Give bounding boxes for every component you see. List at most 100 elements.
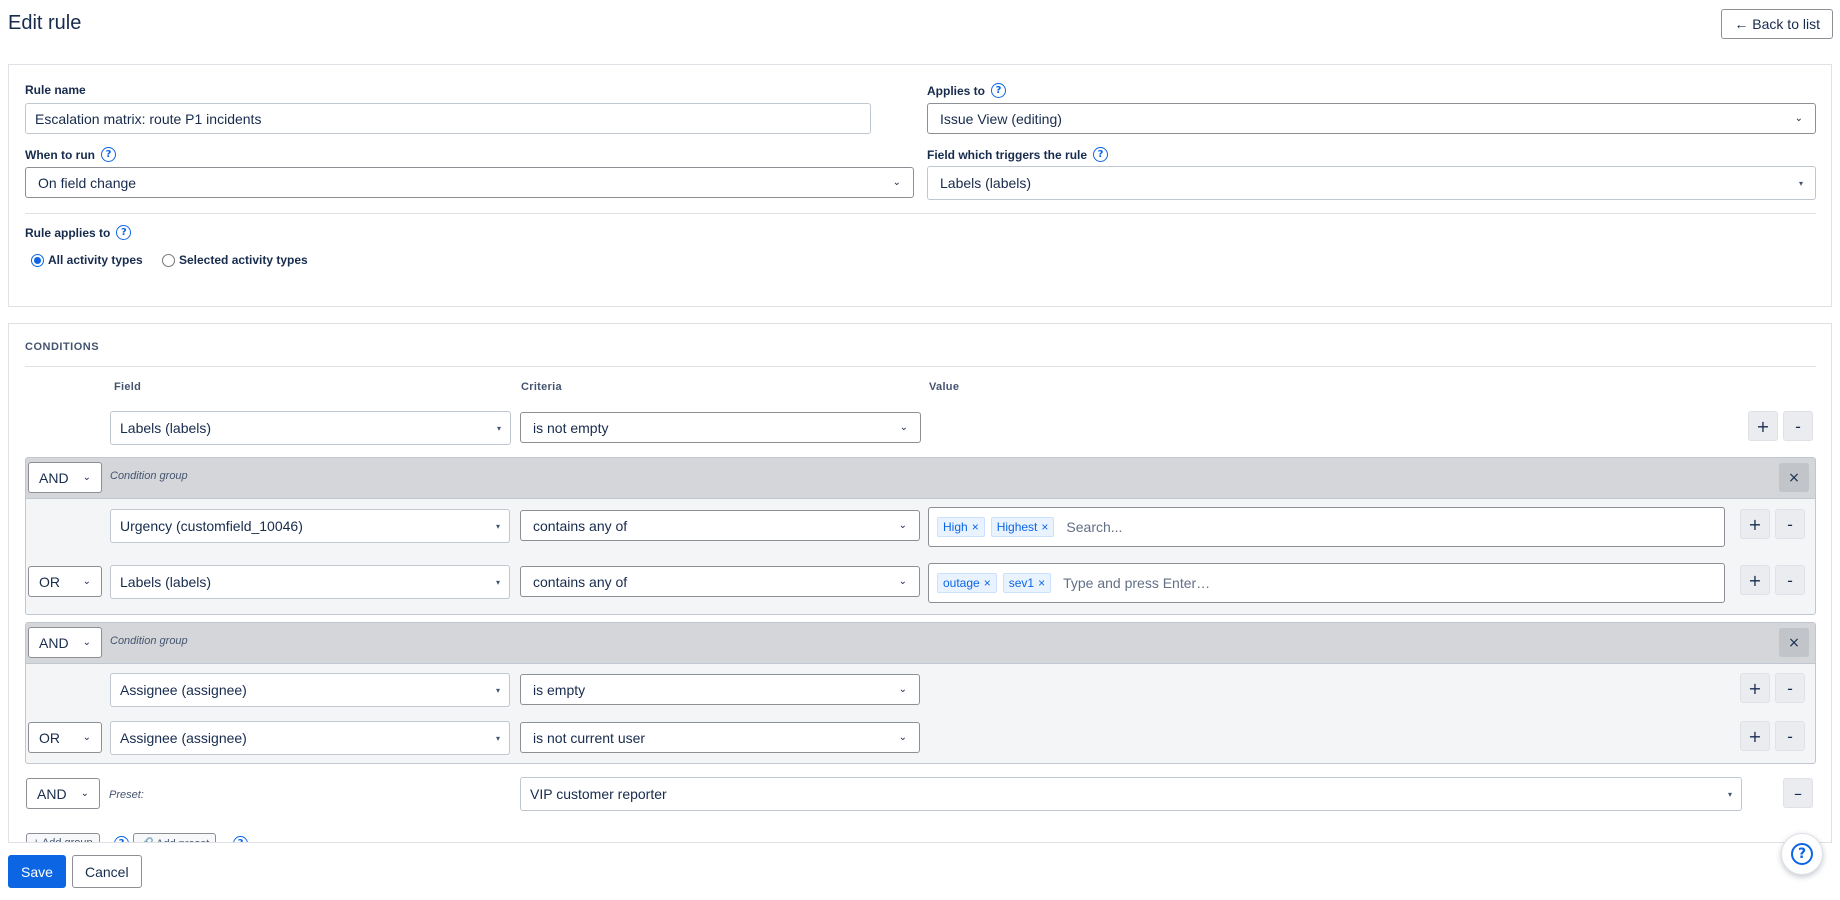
help-icon: ?: [1791, 843, 1813, 865]
divider: [25, 366, 1816, 367]
help-icon[interactable]: ?: [116, 225, 132, 240]
chevron-down-icon: ⌄: [899, 422, 908, 433]
condition-group: AND ⌄ Condition group × Urgency (customf…: [25, 457, 1816, 615]
remove-condition-button[interactable]: -: [1775, 565, 1805, 595]
add-preset-button[interactable]: 🔗 Add preset: [133, 833, 217, 842]
remove-condition-button[interactable]: -: [1775, 509, 1805, 539]
chevron-down-icon: ⌄: [892, 177, 901, 188]
save-button[interactable]: Save: [8, 855, 66, 888]
remove-tag-icon[interactable]: ×: [1038, 576, 1045, 590]
value-tag: sev1 ×: [1002, 573, 1052, 593]
value-tag: High ×: [937, 517, 985, 537]
condition-field-select[interactable]: Urgency (customfield_10046) ▾: [110, 509, 510, 543]
condition-criteria-select[interactable]: contains any of ⌄: [520, 510, 920, 541]
page-title: Edit rule: [8, 12, 82, 34]
when-to-run-value: On field change: [38, 174, 137, 191]
condition-group-header: [26, 623, 1815, 663]
applies-to-label: Applies to ?: [927, 83, 1007, 98]
rule-name-label: Rule name: [25, 83, 86, 97]
caret-down-icon: ▾: [495, 521, 500, 531]
remove-tag-icon[interactable]: ×: [984, 576, 991, 590]
value-tag: outage ×: [937, 573, 997, 593]
add-condition-button[interactable]: +: [1740, 565, 1770, 595]
rule-general-panel: Rule name Escalation matrix: route P1 in…: [8, 64, 1832, 307]
remove-condition-button[interactable]: -: [1775, 673, 1805, 703]
add-condition-button[interactable]: +: [1740, 509, 1770, 539]
trigger-field-label: Field which triggers the rule ?: [927, 147, 1109, 162]
radio-all-activity-types[interactable]: All activity types: [31, 253, 143, 267]
caret-down-icon: ▾: [495, 685, 500, 695]
value-tag-input[interactable]: outage × sev1 × Type and press Enter…: [928, 563, 1725, 603]
conditions-title: CONDITIONS: [25, 341, 100, 353]
remove-tag-icon[interactable]: ×: [1041, 520, 1048, 534]
remove-group-button[interactable]: ×: [1779, 628, 1809, 657]
back-to-list-button[interactable]: ← Back to list: [1721, 9, 1833, 39]
radio-selected-activity-types[interactable]: Selected activity types: [162, 253, 308, 267]
column-header-criteria: Criteria: [521, 381, 562, 393]
preset-select[interactable]: VIP customer reporter ▾: [520, 777, 1742, 811]
condition-criteria-select[interactable]: is empty ⌄: [520, 674, 920, 705]
group-operator-select[interactable]: AND ⌄: [28, 462, 102, 493]
condition-group-header: [26, 458, 1815, 498]
radio-unchecked-icon: [162, 253, 175, 267]
caret-down-icon: ▾: [1727, 789, 1732, 799]
column-header-value: Value: [929, 381, 960, 393]
caret-down-icon: ▾: [495, 733, 500, 743]
applies-to-value: Issue View (editing): [940, 110, 1062, 127]
cancel-button[interactable]: Cancel: [72, 855, 142, 888]
chevron-down-icon: ⌄: [898, 684, 907, 695]
chevron-down-icon: ⌄: [80, 788, 89, 799]
condition-field-select[interactable]: Assignee (assignee) ▾: [110, 673, 510, 707]
remove-condition-button[interactable]: -: [1783, 411, 1813, 441]
preset-operator-select[interactable]: AND ⌄: [26, 778, 100, 809]
applies-to-select[interactable]: Issue View (editing) ⌄: [927, 103, 1816, 134]
conditions-panel: CONDITIONS Field Criteria Value Labels (…: [8, 323, 1832, 843]
trigger-field-select[interactable]: Labels (labels) ▾: [927, 166, 1816, 200]
remove-preset-button[interactable]: –: [1783, 778, 1813, 808]
caret-down-icon: ▾: [496, 423, 501, 433]
condition-group: AND ⌄ Condition group × Assignee (assign…: [25, 622, 1816, 764]
value-tag-input[interactable]: High × Highest × Search...: [928, 507, 1725, 547]
page-header: Edit rule ← Back to list: [0, 0, 1840, 64]
remove-condition-button[interactable]: -: [1775, 721, 1805, 751]
chevron-down-icon: ⌄: [898, 576, 907, 587]
condition-criteria-select[interactable]: is not current user ⌄: [520, 722, 920, 753]
footer-action-bar: Save Cancel: [0, 843, 1840, 900]
help-icon[interactable]: ?: [233, 836, 248, 842]
chevron-down-icon: ⌄: [82, 576, 91, 587]
condition-field-select[interactable]: Labels (labels) ▾: [110, 411, 511, 445]
remove-group-button[interactable]: ×: [1779, 463, 1809, 492]
divider: [25, 213, 1816, 214]
row-operator-select[interactable]: OR ⌄: [28, 722, 102, 753]
rule-applies-to-label: Rule applies to ?: [25, 225, 132, 240]
when-to-run-select[interactable]: On field change ⌄: [25, 167, 914, 198]
tag-search-placeholder[interactable]: Search...: [1066, 519, 1122, 535]
chevron-down-icon: ⌄: [1794, 113, 1803, 124]
help-fab-button[interactable]: ?: [1781, 833, 1823, 875]
add-condition-button[interactable]: +: [1740, 673, 1770, 703]
remove-tag-icon[interactable]: ×: [972, 520, 979, 534]
caret-down-icon: ▾: [495, 577, 500, 587]
condition-field-select[interactable]: Labels (labels) ▾: [110, 565, 510, 599]
chevron-down-icon: ⌄: [82, 637, 91, 648]
add-condition-button[interactable]: +: [1740, 721, 1770, 751]
rule-name-input[interactable]: Escalation matrix: route P1 incidents: [25, 103, 871, 134]
help-icon[interactable]: ?: [1093, 147, 1109, 162]
help-icon[interactable]: ?: [100, 147, 116, 162]
add-condition-button[interactable]: +: [1748, 411, 1778, 441]
condition-group-label: Condition group: [110, 470, 188, 482]
help-icon[interactable]: ?: [991, 83, 1007, 98]
condition-criteria-select[interactable]: contains any of ⌄: [520, 566, 920, 597]
chevron-down-icon: ⌄: [82, 472, 91, 483]
condition-field-select[interactable]: Assignee (assignee) ▾: [110, 721, 510, 755]
group-operator-select[interactable]: AND ⌄: [28, 627, 102, 658]
column-header-field: Field: [114, 381, 142, 393]
chevron-down-icon: ⌄: [898, 732, 907, 743]
add-group-button[interactable]: + Add group: [26, 833, 100, 842]
caret-down-icon: ▾: [1798, 178, 1803, 188]
help-icon[interactable]: ?: [114, 836, 129, 842]
tag-input-placeholder[interactable]: Type and press Enter…: [1063, 575, 1210, 591]
preset-label: Preset:: [109, 789, 144, 801]
condition-criteria-select[interactable]: is not empty ⌄: [520, 412, 921, 443]
row-operator-select[interactable]: OR ⌄: [28, 566, 102, 597]
